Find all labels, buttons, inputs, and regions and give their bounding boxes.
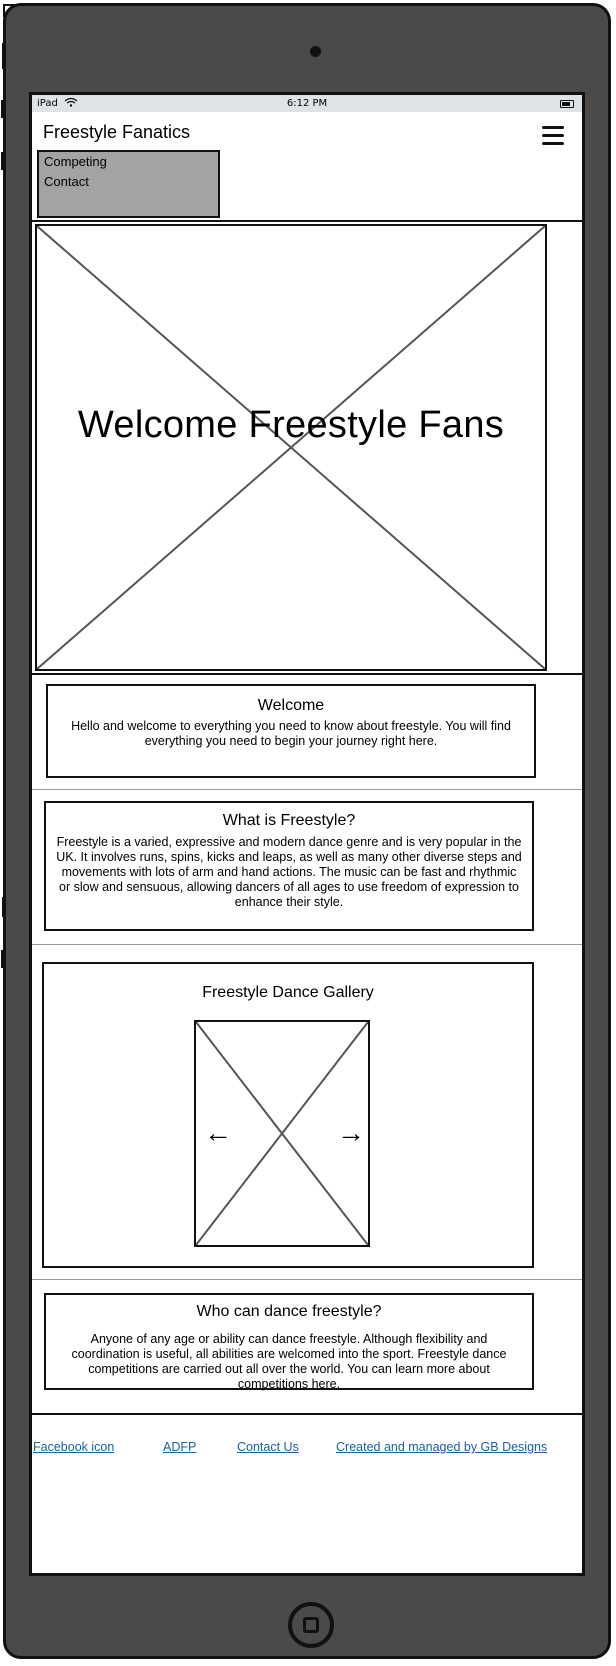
nav-item-competing[interactable]: Competing xyxy=(44,154,107,169)
placeholder-cross-icon xyxy=(37,226,545,669)
home-button[interactable] xyxy=(288,1602,334,1648)
gallery-prev-arrow-icon[interactable]: ← xyxy=(204,1119,232,1147)
what-is-card: What is Freestyle? Freestyle is a varied… xyxy=(44,801,534,931)
section-divider xyxy=(32,1279,582,1280)
hero-image-placeholder: Welcome Freestyle Fans xyxy=(35,224,547,671)
footer-divider xyxy=(32,1413,582,1415)
gallery-image-placeholder[interactable]: ← → xyxy=(194,1020,370,1247)
footer-link-contact-us[interactable]: Contact Us xyxy=(237,1440,299,1454)
section-divider xyxy=(32,789,582,790)
camera-icon xyxy=(310,46,321,57)
status-bar: iPad 6:12 PM xyxy=(32,95,582,112)
hero-divider xyxy=(32,673,582,675)
who-can-text: Anyone of any age or ability can dance f… xyxy=(71,1332,507,1391)
section-divider xyxy=(32,944,582,945)
welcome-text: Hello and welcome to everything you need… xyxy=(71,719,511,748)
footer-link-facebook[interactable]: Facebook icon xyxy=(33,1440,114,1454)
what-is-heading: What is Freestyle? xyxy=(222,812,356,829)
nav-dropdown: Competing Contact xyxy=(37,150,220,218)
footer-link-gb-designs[interactable]: Created and managed by GB Designs xyxy=(336,1440,547,1454)
header-divider xyxy=(32,220,582,222)
battery-icon xyxy=(560,100,574,108)
who-can-heading: Who can dance freestyle? xyxy=(196,1303,382,1320)
site-title[interactable]: Freestyle Fanatics xyxy=(43,122,190,143)
welcome-card: Welcome Hello and welcome to everything … xyxy=(46,684,536,778)
gallery-card: Freestyle Dance Gallery ← → xyxy=(42,962,534,1268)
status-time: 6:12 PM xyxy=(286,98,328,109)
gallery-next-arrow-icon[interactable]: → xyxy=(337,1119,365,1147)
hamburger-menu-icon[interactable] xyxy=(542,126,564,146)
nav-item-contact[interactable]: Contact xyxy=(44,174,89,189)
who-can-card: Who can dance freestyle? Anyone of any a… xyxy=(44,1293,534,1391)
device-screen: iPad 6:12 PM Freestyle Fanatics Competin… xyxy=(29,92,585,1576)
footer-link-adfp[interactable]: ADFP xyxy=(163,1440,196,1454)
what-is-text: Freestyle is a varied, expressive and mo… xyxy=(56,835,522,909)
gallery-heading: Freestyle Dance Gallery xyxy=(202,984,374,1001)
welcome-heading: Welcome xyxy=(257,697,325,714)
hero-title: Welcome Freestyle Fans xyxy=(77,404,505,446)
